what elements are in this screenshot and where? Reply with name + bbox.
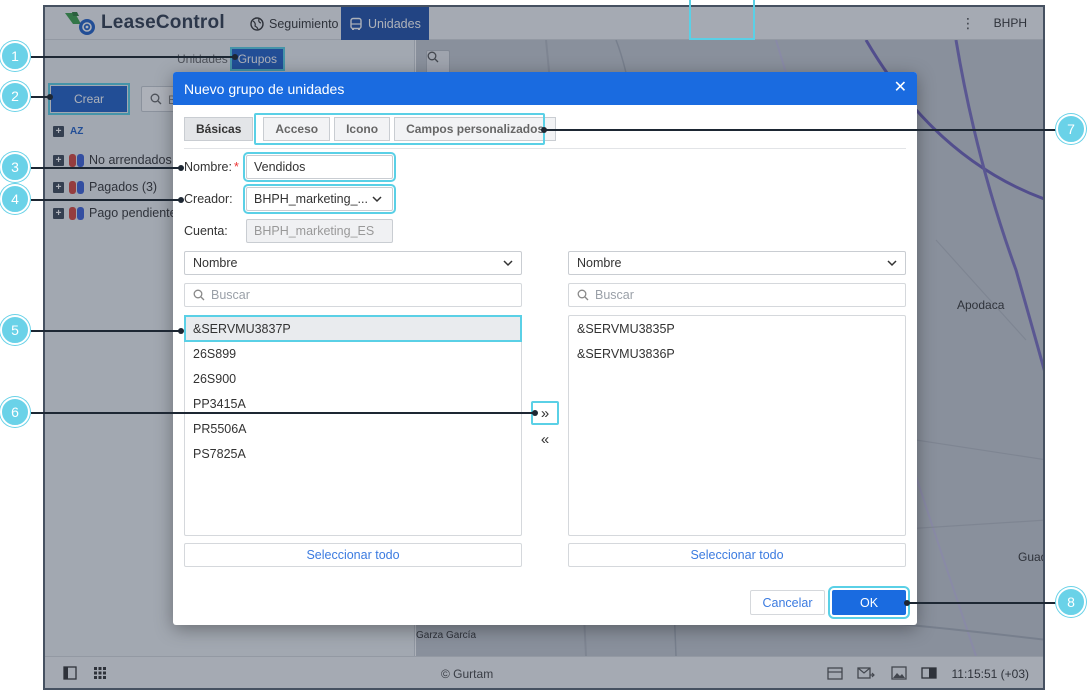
left-sort-value: Nombre [193,256,238,270]
list-item[interactable]: &SERVMU3836P [569,341,905,366]
callout-line [31,330,181,332]
account-label: Cuenta: [184,224,228,238]
chevron-down-icon [372,196,382,203]
creator-value: BHPH_marketing_... [254,192,368,206]
creator-label: Creador: [184,192,233,206]
cancel-button[interactable]: Cancelar [750,590,825,615]
callout-line [31,56,235,58]
callout-line [31,167,181,169]
account-row: Cuenta: [184,219,246,243]
search-icon [193,289,205,301]
tabs-divider [184,148,906,149]
callout-dot [178,328,184,334]
right-sort-select[interactable]: Nombre [568,251,906,275]
right-search-placeholder: Buscar [595,288,634,302]
right-select-all-button[interactable]: Seleccionar todo [568,543,906,567]
ok-button[interactable]: OK [828,586,910,619]
callout-7: 7 [1056,114,1086,144]
list-item[interactable]: &SERVMU3835P [569,316,905,341]
tabs-highlight [254,113,545,145]
name-row: Nombre: * [184,155,246,179]
search-icon [577,289,589,301]
callout-2: 2 [0,81,30,111]
list-item[interactable]: 26S899 [185,341,521,366]
left-search-placeholder: Buscar [211,288,250,302]
chevron-down-icon [503,260,513,267]
callout-1: 1 [0,41,30,71]
right-search-input[interactable]: Buscar [568,283,906,307]
new-unit-group-dialog: Nuevo grupo de unidades ✕ Básicas Acceso… [173,72,917,625]
list-item[interactable]: PS7825A [185,441,521,466]
chevrons-left-icon: « [540,430,550,448]
list-item[interactable]: &SERVMU3837P [184,315,522,342]
creator-select[interactable]: BHPH_marketing_... [243,184,396,214]
list-item[interactable]: 26S900 [185,366,521,391]
name-label: Nombre: * [184,160,239,174]
chevron-down-icon [887,260,897,267]
list-item[interactable]: PR5506A [185,416,521,441]
callout-dot [178,165,184,171]
name-field[interactable]: Vendidos [243,152,396,182]
dialog-header: Nuevo grupo de unidades ✕ [173,72,917,105]
tab-basicas[interactable]: Básicas [184,117,254,141]
callout-dot [904,600,910,606]
callout-line [31,412,536,414]
callout-line [31,199,181,201]
callout-5: 5 [0,315,30,345]
available-units-list[interactable]: &SERVMU3837P 26S899 26S900 PP3415A PR550… [184,315,522,536]
callout-3: 3 [0,152,30,182]
dialog-title: Nuevo grupo de unidades [184,80,345,97]
move-left-button[interactable]: « [531,428,559,450]
callout-dot [532,410,538,416]
callout-dot [178,197,184,203]
highlight-box [689,0,755,40]
callout-dot [47,94,53,100]
right-sort-value: Nombre [577,256,622,270]
callout-dot [541,127,547,133]
left-select-all-button[interactable]: Seleccionar todo [184,543,522,567]
chevrons-right-icon: » [540,404,550,422]
close-icon[interactable]: ✕ [894,80,907,96]
callout-line [544,129,1058,131]
left-sort-select[interactable]: Nombre [184,251,522,275]
account-field: BHPH_marketing_ES [246,219,393,243]
left-search-input[interactable]: Buscar [184,283,522,307]
group-units-list[interactable]: &SERVMU3835P &SERVMU3836P [568,315,906,536]
callout-6: 6 [0,397,30,427]
creator-row: Creador: [184,187,246,211]
callout-dot [232,54,238,60]
callout-line [907,602,1057,604]
callout-4: 4 [0,184,30,214]
callout-8: 8 [1056,587,1086,617]
